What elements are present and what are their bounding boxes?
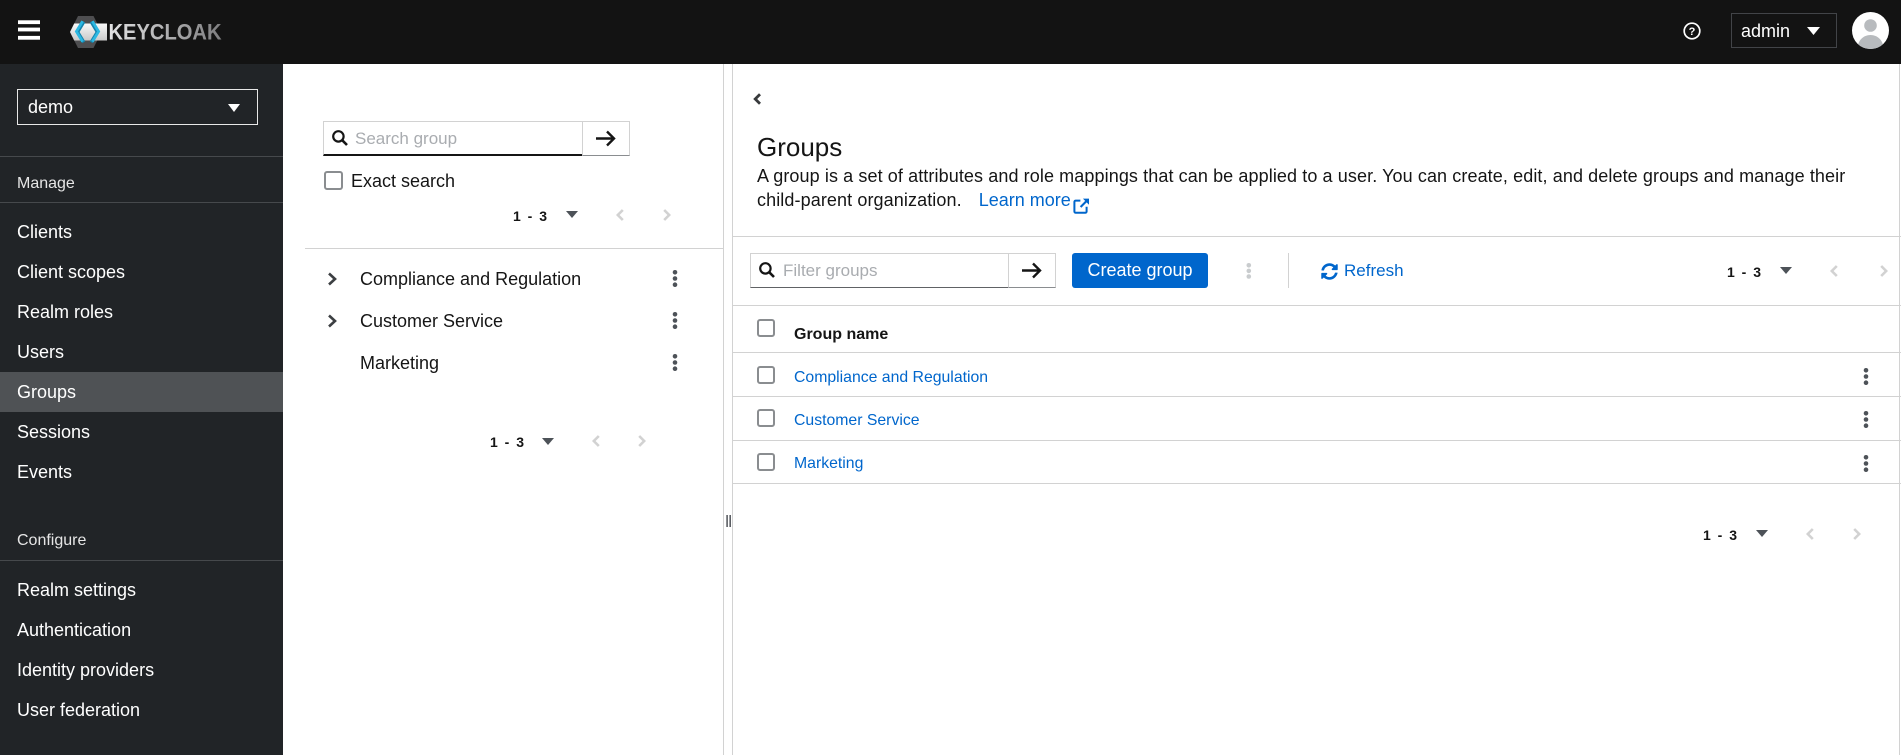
svg-text:?: ? <box>1689 26 1696 38</box>
svg-text:KEYCLOAK: KEYCLOAK <box>109 20 222 45</box>
